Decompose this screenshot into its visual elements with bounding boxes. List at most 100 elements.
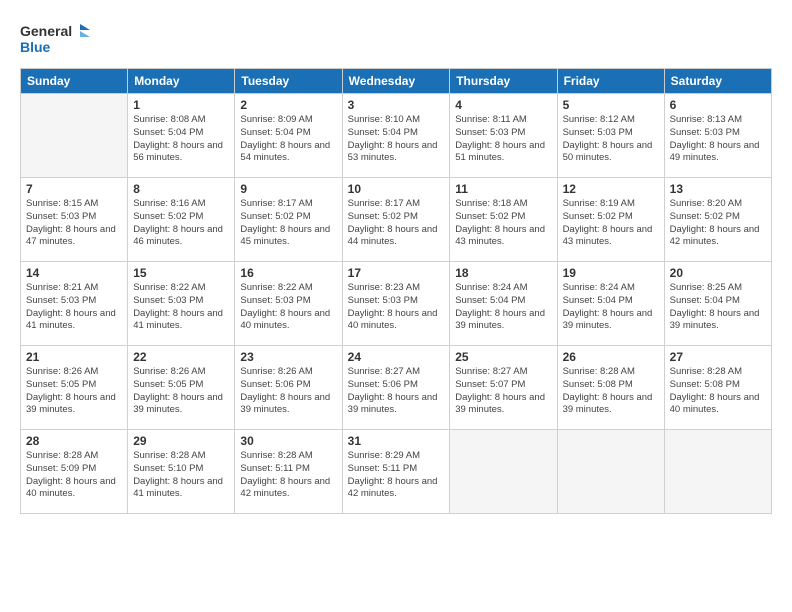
calendar-cell: 6 Sunrise: 8:13 AM Sunset: 5:03 PM Daylig… — [664, 94, 771, 178]
day-info: Sunrise: 8:26 AM Sunset: 5:05 PM Dayligh… — [26, 366, 122, 417]
calendar-cell: 18 Sunrise: 8:24 AM Sunset: 5:04 PM Dayli… — [450, 262, 557, 346]
calendar-cell: 28 Sunrise: 8:28 AM Sunset: 5:09 PM Dayli… — [21, 430, 128, 514]
svg-text:Blue: Blue — [20, 39, 51, 55]
weekday-header-wednesday: Wednesday — [342, 69, 450, 94]
calendar-cell: 11Sunrise: 8:18 AM Sunset: 5:02 PM Dayli… — [450, 178, 557, 262]
day-info: Sunrise: 8:27 AM Sunset: 5:06 PM Dayligh… — [348, 366, 445, 417]
calendar-cell: 19 Sunrise: 8:24 AM Sunset: 5:04 PM Dayli… — [557, 262, 664, 346]
day-number: 6 — [670, 98, 766, 112]
day-number: 17 — [348, 266, 445, 280]
weekday-header-row: SundayMondayTuesdayWednesdayThursdayFrid… — [21, 69, 772, 94]
day-info: Sunrise: 8:22 AM Sunset: 5:03 PM Dayligh… — [133, 282, 229, 333]
calendar-cell: 30 Sunrise: 8:28 AM Sunset: 5:11 PM Dayli… — [235, 430, 342, 514]
day-number: 21 — [26, 350, 122, 364]
calendar-cell: 15 Sunrise: 8:22 AM Sunset: 5:03 PM Dayli… — [128, 262, 235, 346]
day-info: Sunrise: 8:28 AM Sunset: 5:08 PM Dayligh… — [670, 366, 766, 417]
calendar-cell: 25Sunrise: 8:27 AM Sunset: 5:07 PM Dayli… — [450, 346, 557, 430]
weekday-header-tuesday: Tuesday — [235, 69, 342, 94]
day-info: Sunrise: 8:11 AM Sunset: 5:03 PM Dayligh… — [455, 114, 551, 165]
day-info: Sunrise: 8:24 AM Sunset: 5:04 PM Dayligh… — [455, 282, 551, 333]
page: GeneralBlue SundayMondayTuesdayWednesday… — [0, 0, 792, 612]
calendar-week-3: 14 Sunrise: 8:21 AM Sunset: 5:03 PM Dayli… — [21, 262, 772, 346]
calendar-cell: 9Sunrise: 8:17 AM Sunset: 5:02 PM Daylig… — [235, 178, 342, 262]
calendar-cell: 23Sunrise: 8:26 AM Sunset: 5:06 PM Dayli… — [235, 346, 342, 430]
day-info: Sunrise: 8:24 AM Sunset: 5:04 PM Dayligh… — [563, 282, 659, 333]
day-number: 29 — [133, 434, 229, 448]
day-info: Sunrise: 8:13 AM Sunset: 5:03 PM Dayligh… — [670, 114, 766, 165]
day-info: Sunrise: 8:19 AM Sunset: 5:02 PM Dayligh… — [563, 198, 659, 249]
day-number: 26 — [563, 350, 659, 364]
day-number: 23 — [240, 350, 336, 364]
calendar-cell: 2Sunrise: 8:09 AM Sunset: 5:04 PM Daylig… — [235, 94, 342, 178]
calendar-cell: 12 Sunrise: 8:19 AM Sunset: 5:02 PM Dayli… — [557, 178, 664, 262]
day-info: Sunrise: 8:20 AM Sunset: 5:02 PM Dayligh… — [670, 198, 766, 249]
day-info: Sunrise: 8:26 AM Sunset: 5:05 PM Dayligh… — [133, 366, 229, 417]
day-info: Sunrise: 8:17 AM Sunset: 5:02 PM Dayligh… — [240, 198, 336, 249]
header: GeneralBlue — [20, 18, 772, 58]
calendar-cell: 16Sunrise: 8:22 AM Sunset: 5:03 PM Dayli… — [235, 262, 342, 346]
weekday-header-thursday: Thursday — [450, 69, 557, 94]
day-number: 11 — [455, 182, 551, 196]
day-number: 24 — [348, 350, 445, 364]
day-number: 14 — [26, 266, 122, 280]
calendar-cell — [450, 430, 557, 514]
weekday-header-sunday: Sunday — [21, 69, 128, 94]
day-info: Sunrise: 8:29 AM Sunset: 5:11 PM Dayligh… — [348, 450, 445, 501]
day-info: Sunrise: 8:22 AM Sunset: 5:03 PM Dayligh… — [240, 282, 336, 333]
calendar-cell: 10 Sunrise: 8:17 AM Sunset: 5:02 PM Dayli… — [342, 178, 450, 262]
day-info: Sunrise: 8:23 AM Sunset: 5:03 PM Dayligh… — [348, 282, 445, 333]
day-number: 30 — [240, 434, 336, 448]
day-info: Sunrise: 8:16 AM Sunset: 5:02 PM Dayligh… — [133, 198, 229, 249]
calendar-week-4: 21 Sunrise: 8:26 AM Sunset: 5:05 PM Dayli… — [21, 346, 772, 430]
calendar-cell: 14 Sunrise: 8:21 AM Sunset: 5:03 PM Dayli… — [21, 262, 128, 346]
calendar-table: SundayMondayTuesdayWednesdayThursdayFrid… — [20, 68, 772, 514]
day-number: 27 — [670, 350, 766, 364]
day-info: Sunrise: 8:08 AM Sunset: 5:04 PM Dayligh… — [133, 114, 229, 165]
day-number: 10 — [348, 182, 445, 196]
calendar-cell: 3 Sunrise: 8:10 AM Sunset: 5:04 PM Daylig… — [342, 94, 450, 178]
day-number: 3 — [348, 98, 445, 112]
day-number: 5 — [563, 98, 659, 112]
day-info: Sunrise: 8:28 AM Sunset: 5:08 PM Dayligh… — [563, 366, 659, 417]
day-info: Sunrise: 8:28 AM Sunset: 5:09 PM Dayligh… — [26, 450, 122, 501]
calendar-cell: 22 Sunrise: 8:26 AM Sunset: 5:05 PM Dayli… — [128, 346, 235, 430]
day-number: 22 — [133, 350, 229, 364]
day-info: Sunrise: 8:09 AM Sunset: 5:04 PM Dayligh… — [240, 114, 336, 165]
day-number: 28 — [26, 434, 122, 448]
calendar-cell: 24 Sunrise: 8:27 AM Sunset: 5:06 PM Dayli… — [342, 346, 450, 430]
day-number: 19 — [563, 266, 659, 280]
calendar-cell: 27 Sunrise: 8:28 AM Sunset: 5:08 PM Dayli… — [664, 346, 771, 430]
day-number: 25 — [455, 350, 551, 364]
calendar-cell: 4 Sunrise: 8:11 AM Sunset: 5:03 PM Daylig… — [450, 94, 557, 178]
day-number: 1 — [133, 98, 229, 112]
calendar-cell: 29 Sunrise: 8:28 AM Sunset: 5:10 PM Dayli… — [128, 430, 235, 514]
calendar-cell: 7Sunrise: 8:15 AM Sunset: 5:03 PM Daylig… — [21, 178, 128, 262]
day-number: 18 — [455, 266, 551, 280]
day-number: 4 — [455, 98, 551, 112]
day-info: Sunrise: 8:17 AM Sunset: 5:02 PM Dayligh… — [348, 198, 445, 249]
day-info: Sunrise: 8:28 AM Sunset: 5:11 PM Dayligh… — [240, 450, 336, 501]
calendar-cell: 1 Sunrise: 8:08 AM Sunset: 5:04 PM Daylig… — [128, 94, 235, 178]
day-number: 20 — [670, 266, 766, 280]
day-info: Sunrise: 8:10 AM Sunset: 5:04 PM Dayligh… — [348, 114, 445, 165]
calendar-cell: 21 Sunrise: 8:26 AM Sunset: 5:05 PM Dayli… — [21, 346, 128, 430]
logo-svg: GeneralBlue — [20, 18, 92, 58]
calendar-week-2: 7Sunrise: 8:15 AM Sunset: 5:03 PM Daylig… — [21, 178, 772, 262]
calendar-cell: 13Sunrise: 8:20 AM Sunset: 5:02 PM Dayli… — [664, 178, 771, 262]
weekday-header-friday: Friday — [557, 69, 664, 94]
calendar-cell — [21, 94, 128, 178]
svg-text:General: General — [20, 23, 72, 39]
weekday-header-saturday: Saturday — [664, 69, 771, 94]
day-info: Sunrise: 8:12 AM Sunset: 5:03 PM Dayligh… — [563, 114, 659, 165]
weekday-header-monday: Monday — [128, 69, 235, 94]
calendar-cell: 26 Sunrise: 8:28 AM Sunset: 5:08 PM Dayli… — [557, 346, 664, 430]
day-number: 8 — [133, 182, 229, 196]
day-number: 15 — [133, 266, 229, 280]
day-info: Sunrise: 8:21 AM Sunset: 5:03 PM Dayligh… — [26, 282, 122, 333]
day-info: Sunrise: 8:28 AM Sunset: 5:10 PM Dayligh… — [133, 450, 229, 501]
day-number: 12 — [563, 182, 659, 196]
day-number: 31 — [348, 434, 445, 448]
calendar-cell — [557, 430, 664, 514]
logo: GeneralBlue — [20, 18, 92, 58]
calendar-cell: 8 Sunrise: 8:16 AM Sunset: 5:02 PM Daylig… — [128, 178, 235, 262]
